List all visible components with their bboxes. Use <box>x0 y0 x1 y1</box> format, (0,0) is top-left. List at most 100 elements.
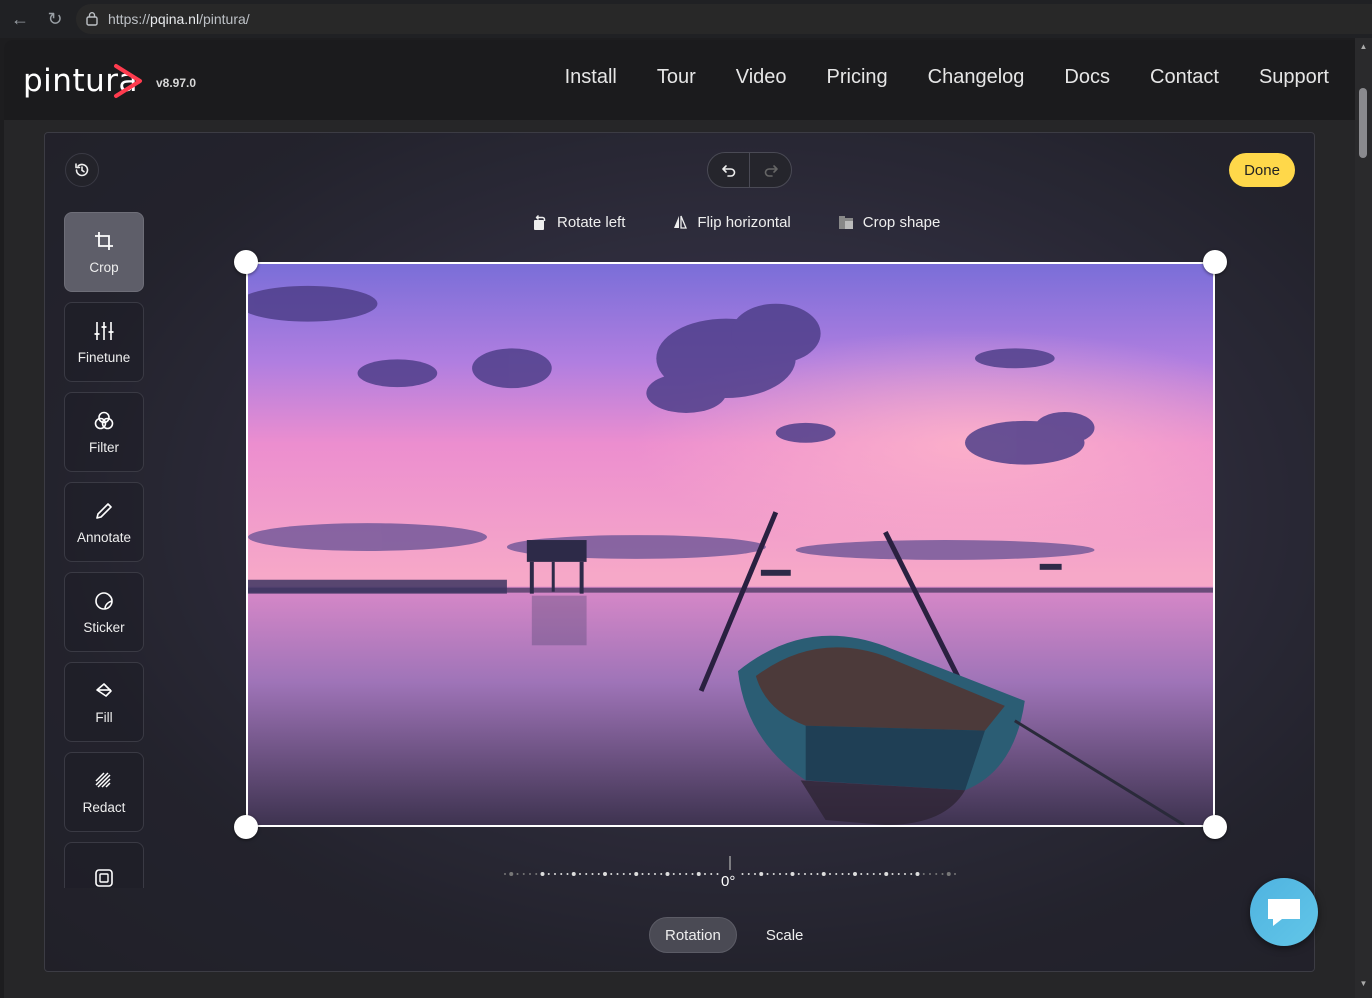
finetune-icon <box>94 321 114 340</box>
rotation-tick <box>629 873 631 875</box>
rotation-tick <box>929 873 931 875</box>
rotation-tick <box>685 873 688 875</box>
tab-redact[interactable]: Redact <box>64 752 144 832</box>
crop-handle-top-left[interactable] <box>234 250 258 274</box>
reload-icon[interactable]: ↻ <box>44 8 66 30</box>
crop-shape-button[interactable]: Crop shape <box>837 213 940 231</box>
rotation-tick <box>710 873 713 875</box>
rotate-left-button[interactable]: Rotate left <box>531 213 625 231</box>
rotation-tick <box>872 873 875 875</box>
page-scrollbar[interactable]: ▲ ▼ <box>1355 38 1372 998</box>
nav-pricing[interactable]: Pricing <box>827 66 888 89</box>
nav-changelog[interactable]: Changelog <box>928 66 1025 89</box>
rotation-tick <box>547 873 550 875</box>
image-editor: Done Rotate left Flip horizontal Crop sh… <box>44 132 1315 972</box>
tab-filter[interactable]: Filter <box>64 392 144 472</box>
rotation-tick <box>603 872 607 876</box>
rotation-tick <box>747 873 750 875</box>
undo-redo-group <box>707 152 792 188</box>
rotation-tick <box>566 873 569 875</box>
rotation-tick <box>554 873 556 875</box>
scroll-up-arrow-icon[interactable]: ▲ <box>1359 43 1368 51</box>
tab-rotation[interactable]: Rotation <box>649 917 737 953</box>
nav-install[interactable]: Install <box>565 66 617 89</box>
rotation-tick <box>571 872 576 876</box>
main-nav: Install Tour Video Pricing Changelog Doc… <box>565 66 1329 89</box>
rotation-tick <box>790 872 795 876</box>
redo-button[interactable] <box>750 153 791 187</box>
logo-mark-icon <box>114 64 142 98</box>
rotation-tick <box>804 873 806 875</box>
rotation-tick <box>884 872 889 876</box>
rotation-tick <box>704 873 706 875</box>
rotation-tick <box>535 873 538 875</box>
rotation-tick <box>772 873 775 875</box>
rotation-tick <box>591 873 594 875</box>
rotation-tick <box>904 873 906 875</box>
nav-contact[interactable]: Contact <box>1150 66 1219 89</box>
tab-sticker[interactable]: Sticker <box>64 572 144 652</box>
browser-toolbar: ← ↻ https://pqina.nl/pintura/ <box>0 0 1372 38</box>
crop-handle-top-right[interactable] <box>1203 250 1227 274</box>
pintura-logo[interactable]: pintura <box>23 58 142 104</box>
rotation-tick <box>922 873 925 875</box>
filter-icon <box>94 411 114 429</box>
rotation-tick <box>504 873 506 875</box>
rotation-tick <box>647 873 650 875</box>
flip-horizontal-icon <box>674 215 688 229</box>
rotation-tick <box>616 873 619 875</box>
rotation-tick <box>560 873 563 875</box>
address-bar[interactable]: https://pqina.nl/pintura/ <box>76 4 1372 34</box>
annotate-icon <box>96 502 112 519</box>
nav-docs[interactable]: Docs <box>1064 66 1110 89</box>
tab-finetune[interactable]: Finetune <box>64 302 144 382</box>
redo-icon <box>764 165 778 177</box>
tab-crop[interactable]: Crop <box>64 212 144 292</box>
history-button[interactable] <box>65 153 99 187</box>
rotation-tick <box>891 873 894 875</box>
rotation-tick <box>610 873 613 875</box>
rotation-tick <box>641 873 644 875</box>
tab-scale[interactable]: Scale <box>751 917 819 953</box>
rotation-tick <box>634 872 639 876</box>
rotation-tick <box>679 873 681 875</box>
rotation-tick <box>860 873 863 875</box>
scroll-down-arrow-icon[interactable]: ▼ <box>1359 980 1368 988</box>
scroll-thumb[interactable] <box>1359 88 1367 158</box>
rotate-left-icon <box>534 214 546 230</box>
rotation-tick <box>785 873 788 875</box>
rotation-tick <box>622 873 625 875</box>
tab-annotate[interactable]: Annotate <box>64 482 144 562</box>
rotation-value: 0° <box>721 873 736 890</box>
rotation-tick <box>597 873 600 875</box>
done-button[interactable]: Done <box>1229 153 1295 187</box>
rotation-tick <box>672 873 675 875</box>
back-arrow-icon[interactable]: ← <box>9 8 31 30</box>
flip-horizontal-button[interactable]: Flip horizontal <box>671 213 791 231</box>
rotation-tick <box>853 872 857 876</box>
sticker-icon <box>95 591 113 610</box>
tab-fill[interactable]: Fill <box>64 662 144 742</box>
tab-frame[interactable] <box>64 842 144 888</box>
rotation-tick <box>866 873 869 875</box>
crop-handle-bottom-left[interactable] <box>234 815 258 839</box>
crop-handle-bottom-right[interactable] <box>1203 815 1227 839</box>
rotation-tick <box>540 872 545 876</box>
chat-widget-button[interactable] <box>1250 878 1318 946</box>
undo-button[interactable] <box>708 153 750 187</box>
sunset-boat-photo <box>248 264 1213 825</box>
nav-support[interactable]: Support <box>1259 66 1329 89</box>
frame-icon <box>95 869 113 887</box>
redact-icon <box>95 771 111 788</box>
rotation-tick <box>691 873 694 875</box>
rotation-tick <box>522 873 525 875</box>
rotation-tick <box>779 873 781 875</box>
nav-video[interactable]: Video <box>736 66 787 89</box>
nav-tour[interactable]: Tour <box>657 66 696 89</box>
crop-toolbar: Rotate left Flip horizontal Crop shape <box>531 213 940 231</box>
crop-frame[interactable] <box>246 262 1215 827</box>
crop-icon <box>95 231 113 250</box>
url-text: https://pqina.nl/pintura/ <box>108 11 250 27</box>
rotation-tick <box>915 872 920 876</box>
history-icon <box>75 163 89 177</box>
